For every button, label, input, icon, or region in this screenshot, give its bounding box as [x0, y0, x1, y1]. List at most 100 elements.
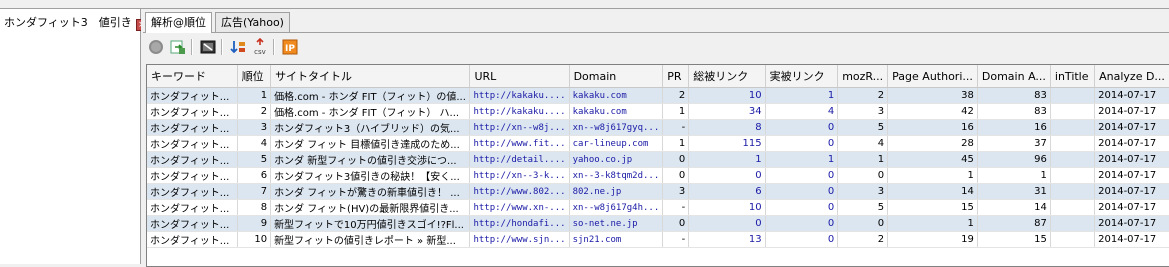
table-cell[interactable]: http://www.xn-... [469, 199, 570, 216]
table-cell[interactable]: kakaku.com [569, 87, 664, 104]
table-cell: ホンダフィット3値引きの秘訣！【安く... [270, 167, 471, 184]
table-cell [1050, 103, 1096, 120]
table-cell[interactable]: http://www.fit... [469, 135, 570, 152]
table-cell: 83 [977, 103, 1051, 120]
toolbar-separator [191, 39, 193, 55]
table-row[interactable]: ホンダフィット... 10 新型フィットの値引きレポート » 新型... http:/… [147, 231, 1169, 248]
table-cell: 14 [887, 183, 978, 200]
table-cell: 38 [887, 87, 978, 104]
table-cell: 2 [237, 103, 272, 120]
column-header[interactable]: サイトタイトル [270, 65, 471, 88]
sort-icon[interactable] [229, 38, 247, 56]
table-cell: 87 [977, 215, 1051, 232]
table-cell: ホンダフィット... [147, 167, 238, 184]
column-header[interactable]: 順位 [237, 65, 272, 88]
table-cell[interactable]: 802.ne.jp [569, 183, 664, 200]
column-header[interactable]: 実被リンク [765, 65, 839, 88]
table-cell[interactable]: http://hondafi... [469, 215, 570, 232]
stop-icon[interactable] [147, 38, 165, 56]
table-cell: 1 [237, 87, 272, 104]
tab-analysis-rank[interactable]: 解析@順位 [145, 12, 212, 33]
keyword-tab[interactable]: ホンダフィット3 値引き× [4, 14, 148, 31]
table-cell: 0 [765, 183, 839, 200]
table-cell: 16 [887, 119, 978, 136]
table-cell[interactable]: http://detail.... [469, 151, 570, 168]
table-cell: 6 [688, 183, 766, 200]
tab-ads-yahoo[interactable]: 広告(Yahoo) [215, 12, 290, 32]
table-row[interactable]: ホンダフィット... 7 ホンダ フィットが驚きの新車値引き！ ... http://… [147, 183, 1169, 200]
table-cell: 4 [237, 135, 272, 152]
results-grid[interactable]: キーワード 順位 サイトタイトル URL Domain PR 総被リンク 実被リンク mozR.… [146, 64, 1169, 267]
table-cell: ホンダフィット... [147, 183, 238, 200]
keyword-tab-label: ホンダフィット3 値引き [4, 16, 132, 29]
table-cell: ホンダ フィット(HV)の最新限界値引き... [270, 199, 471, 216]
export-icon[interactable] [169, 38, 187, 56]
table-cell: 新型フィットの値引きレポート » 新型... [270, 231, 471, 248]
table-row[interactable]: ホンダフィット... 1 価格.com - ホンダ FIT（フィット）の値... ht… [147, 87, 1169, 104]
table-cell: 3 [662, 183, 690, 200]
column-header[interactable]: 総被リンク [688, 65, 766, 88]
table-cell: 2014-07-17 [1094, 183, 1169, 200]
table-cell: ホンダフィット3（ハイブリッド）の気... [270, 119, 471, 136]
table-cell: 新型フィットで10万円値引きスゴイ!?Fl... [270, 215, 471, 232]
table-cell: 7 [237, 183, 272, 200]
screen-icon[interactable] [199, 38, 217, 56]
table-cell: 14 [977, 199, 1051, 216]
table-cell[interactable]: so-net.ne.jp [569, 215, 664, 232]
table-row[interactable]: ホンダフィット... 8 ホンダ フィット(HV)の最新限界値引き... http:/… [147, 199, 1169, 216]
column-header[interactable]: URL [469, 65, 570, 88]
table-cell[interactable]: http://xn--3-k... [469, 167, 570, 184]
table-cell[interactable]: http://www.sjn... [469, 231, 570, 248]
column-header[interactable]: キーワード [147, 65, 238, 88]
table-cell: 0 [688, 167, 766, 184]
csv-export-icon[interactable]: csv [251, 38, 269, 56]
table-row[interactable]: ホンダフィット... 5 ホンダ 新型フィットの値引き交渉につ... http://d… [147, 151, 1169, 168]
table-cell: ホンダフィット... [147, 231, 238, 248]
table-cell[interactable]: yahoo.co.jp [569, 151, 664, 168]
column-header[interactable]: Analyze D... [1094, 65, 1169, 88]
column-header[interactable]: Domain A... [977, 65, 1051, 88]
table-cell[interactable]: http://kakaku.... [469, 103, 570, 120]
table-cell: 0 [765, 215, 839, 232]
table-cell[interactable]: car-lineup.com [569, 135, 664, 152]
table-cell [1050, 87, 1096, 104]
column-header[interactable]: inTitle [1050, 65, 1096, 88]
table-cell[interactable]: http://xn--w8j... [469, 119, 570, 136]
table-cell: 2014-07-17 [1094, 215, 1169, 232]
table-cell: 2014-07-17 [1094, 103, 1169, 120]
column-header[interactable]: Page Authori... [887, 65, 978, 88]
column-header[interactable]: Domain [569, 65, 664, 88]
table-cell: 45 [887, 151, 978, 168]
table-cell: 16 [977, 119, 1051, 136]
table-cell: - [662, 119, 690, 136]
table-row[interactable]: ホンダフィット... 6 ホンダフィット3値引きの秘訣！【安く... http://x… [147, 167, 1169, 184]
ip-icon[interactable]: IP [281, 38, 299, 56]
table-cell[interactable]: xn--w8j617g4h... [569, 199, 664, 216]
table-cell: 1 [887, 215, 978, 232]
table-cell: ホンダ 新型フィットの値引き交渉につ... [270, 151, 471, 168]
table-cell [1050, 119, 1096, 136]
table-cell: 3 [837, 103, 889, 120]
table-row[interactable]: ホンダフィット... 4 ホンダ フィット 目標値引き達成のため... http://… [147, 135, 1169, 152]
table-cell: 2014-07-17 [1094, 151, 1169, 168]
column-header[interactable]: mozR... [837, 65, 889, 88]
table-cell: 8 [688, 119, 766, 136]
table-cell[interactable]: kakaku.com [569, 103, 664, 120]
table-cell[interactable]: http://www.802... [469, 183, 570, 200]
table-row[interactable]: ホンダフィット... 2 価格.com - ホンダ FIT（フィット） ハ... ht… [147, 103, 1169, 120]
table-cell: 0 [837, 167, 889, 184]
table-cell: 28 [887, 135, 978, 152]
table-cell[interactable]: xn--3-k8tqm2d... [569, 167, 664, 184]
table-cell[interactable]: sjn21.com [569, 231, 664, 248]
table-cell [1050, 151, 1096, 168]
table-cell: ホンダフィット... [147, 199, 238, 216]
table-cell: 2014-07-17 [1094, 167, 1169, 184]
table-cell: 1 [837, 151, 889, 168]
table-cell [1050, 135, 1096, 152]
table-cell: 15 [887, 199, 978, 216]
table-row[interactable]: ホンダフィット... 3 ホンダフィット3（ハイブリッド）の気... http://x… [147, 119, 1169, 136]
table-cell[interactable]: xn--w8j617gyq... [569, 119, 664, 136]
column-header[interactable]: PR [662, 65, 690, 88]
table-cell[interactable]: http://kakaku.... [469, 87, 570, 104]
table-row[interactable]: ホンダフィット... 9 新型フィットで10万円値引きスゴイ!?Fl... http:… [147, 215, 1169, 232]
